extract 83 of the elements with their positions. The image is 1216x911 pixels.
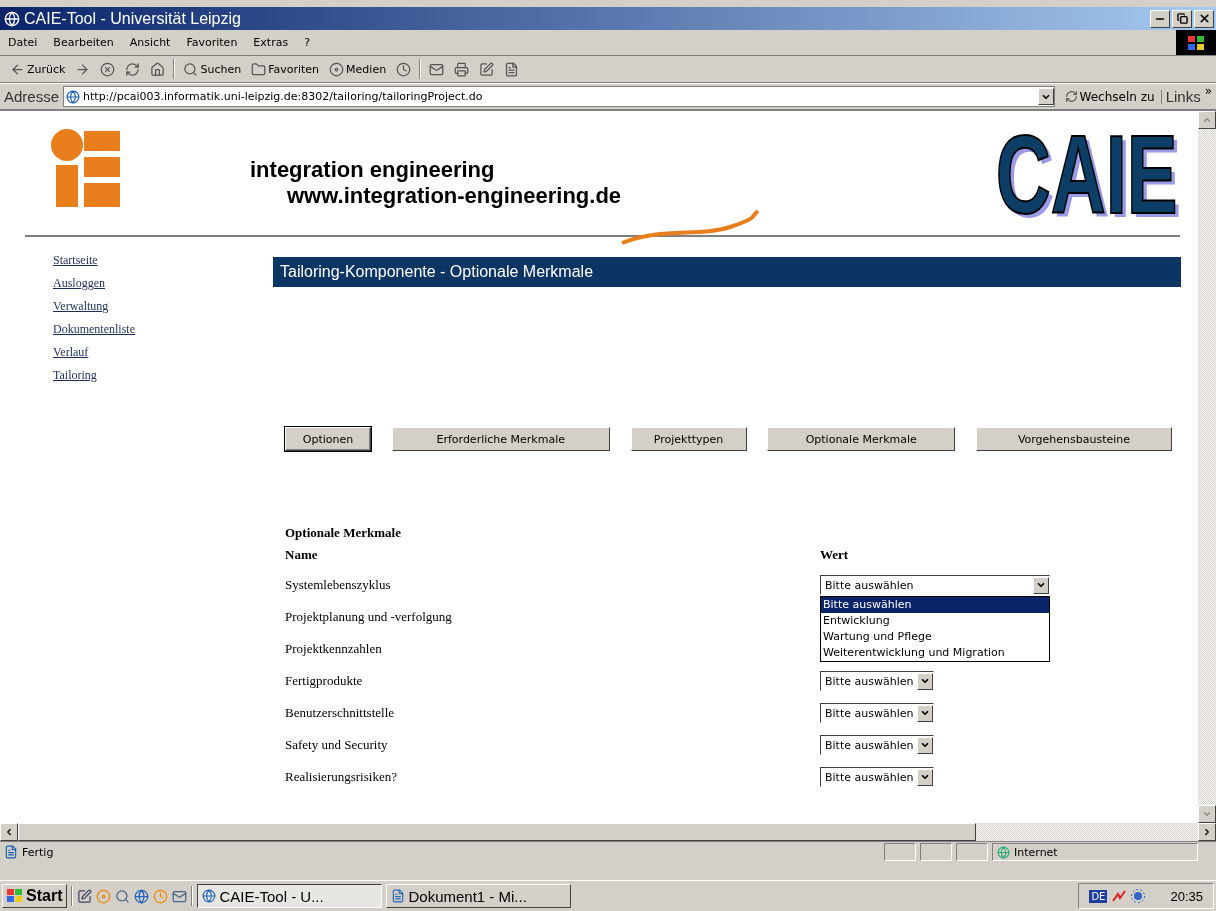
select-field[interactable]: Bitte auswählen — [820, 703, 935, 723]
dropdown-option[interactable]: Bitte auswählen — [821, 597, 1049, 613]
globe-icon — [997, 845, 1010, 859]
restore-button[interactable] — [1172, 9, 1192, 28]
clock: 20:35 — [1170, 888, 1203, 904]
select-field[interactable]: Bitte auswählen — [820, 767, 935, 787]
field-label: Realisierungsrisiken? — [285, 769, 397, 785]
toolbar-button[interactable]: Suchen — [181, 61, 244, 77]
tray-icon[interactable] — [1112, 890, 1127, 902]
field-label: Fertigprodukte — [285, 673, 363, 689]
windows-logo-icon — [7, 889, 23, 903]
select-field[interactable]: Bitte auswählen — [820, 735, 935, 755]
browser-icon — [4, 10, 20, 27]
toolbar-button[interactable]: Zurück — [8, 61, 68, 77]
windows-logo-icon — [1176, 30, 1216, 55]
nav-link[interactable]: Verwaltung — [53, 299, 109, 314]
scroll-down-icon[interactable] — [1198, 805, 1216, 823]
tab-button[interactable]: Projekttypen — [630, 427, 747, 451]
nav-link[interactable]: Dokumentenliste — [53, 322, 135, 337]
quick-launch-icon[interactable] — [115, 888, 131, 904]
website-url: www.integration-engineering.de — [287, 183, 622, 209]
menu-item[interactable]: Favoriten — [186, 36, 238, 49]
tab-button[interactable]: Vorgehensbausteine — [976, 427, 1172, 451]
section-heading: Tailoring-Komponente - Optionale Merkmale — [273, 257, 1181, 287]
sun-icon[interactable] — [1131, 889, 1146, 903]
menu-item[interactable]: ? — [304, 36, 310, 49]
page-icon — [66, 89, 81, 104]
nav-link[interactable]: Ausloggen — [53, 276, 105, 291]
taskbar-button[interactable]: Dokument1 - Mi... — [386, 884, 572, 908]
page-icon — [4, 845, 18, 859]
tab-button[interactable]: Optionen — [285, 427, 371, 451]
quick-launch-icon[interactable] — [172, 888, 188, 904]
window-title: CAIE-Tool - Universität Leipzig — [24, 9, 242, 28]
select-field[interactable]: Bitte auswählen — [820, 575, 1050, 595]
zone-text: Internet — [1014, 845, 1058, 859]
nav-link[interactable]: Verlauf — [53, 345, 89, 360]
field-label: Projektkennzahlen — [285, 641, 382, 657]
menu-item[interactable]: Ansicht — [129, 36, 171, 49]
address-label: Adresse — [4, 88, 60, 105]
tagline: integration engineering — [250, 157, 496, 183]
language-indicator[interactable]: DE — [1089, 889, 1108, 903]
column-header: Wert — [820, 547, 849, 562]
tab-button[interactable]: Erforderliche Merkmale — [391, 427, 610, 451]
scroll-left-icon[interactable] — [0, 823, 18, 841]
scroll-up-icon[interactable] — [1198, 111, 1216, 129]
nav-link[interactable]: Startseite — [53, 253, 98, 268]
address-field[interactable]: http://pcai003.informatik.uni-leipzig.de:8302/tailoring/tailoringProject.do — [63, 86, 1055, 107]
toolbar-button[interactable]: Medien — [327, 61, 389, 77]
minimize-button[interactable] — [1150, 9, 1170, 28]
field-label: Benutzerschnittstelle — [285, 705, 395, 721]
scroll-right-icon[interactable] — [1198, 823, 1216, 841]
globe-icon — [202, 889, 217, 903]
menu-item[interactable]: Bearbeiten — [53, 36, 114, 49]
toolbar-button[interactable]: Favoriten — [249, 61, 322, 77]
field-label: Safety und Security — [285, 737, 388, 753]
search-icon — [183, 61, 199, 77]
more-chevron[interactable]: » — [1204, 84, 1212, 98]
logo-icon — [50, 129, 120, 207]
column-header: Name — [285, 547, 318, 562]
close-button[interactable] — [1194, 9, 1214, 28]
select-field[interactable]: Bitte auswählen — [820, 671, 935, 691]
disc-icon — [329, 61, 345, 77]
links-button[interactable]: Links — [1165, 88, 1201, 105]
field-label: Systemlebenszyklus — [285, 577, 391, 593]
start-button[interactable]: Start — [2, 884, 68, 908]
go-arrow-icon — [1064, 90, 1078, 103]
taskbar-button[interactable]: CAIE-Tool - U... — [197, 884, 383, 908]
menu-item[interactable]: Extras — [253, 36, 289, 49]
close-icon — [1197, 12, 1211, 25]
menu-item[interactable]: Datei — [8, 36, 38, 49]
restore-icon — [1176, 13, 1188, 24]
status-text: Fertig — [22, 845, 55, 859]
form-title: Optionale Merkmale — [285, 525, 402, 541]
folder-icon — [251, 61, 267, 77]
document-icon — [391, 889, 406, 903]
tab-button[interactable]: Optionale Merkmale — [767, 427, 956, 451]
quick-launch-icon[interactable] — [77, 888, 93, 904]
nav-link[interactable]: Tailoring — [53, 368, 97, 383]
quick-launch-icon[interactable] — [134, 888, 150, 904]
caie-logo: CAIE — [996, 119, 1178, 231]
swoosh-icon — [620, 207, 760, 247]
field-label: Projektplanung und -verfolgung — [285, 609, 452, 625]
go-button[interactable]: Wechseln zu — [1058, 89, 1162, 104]
